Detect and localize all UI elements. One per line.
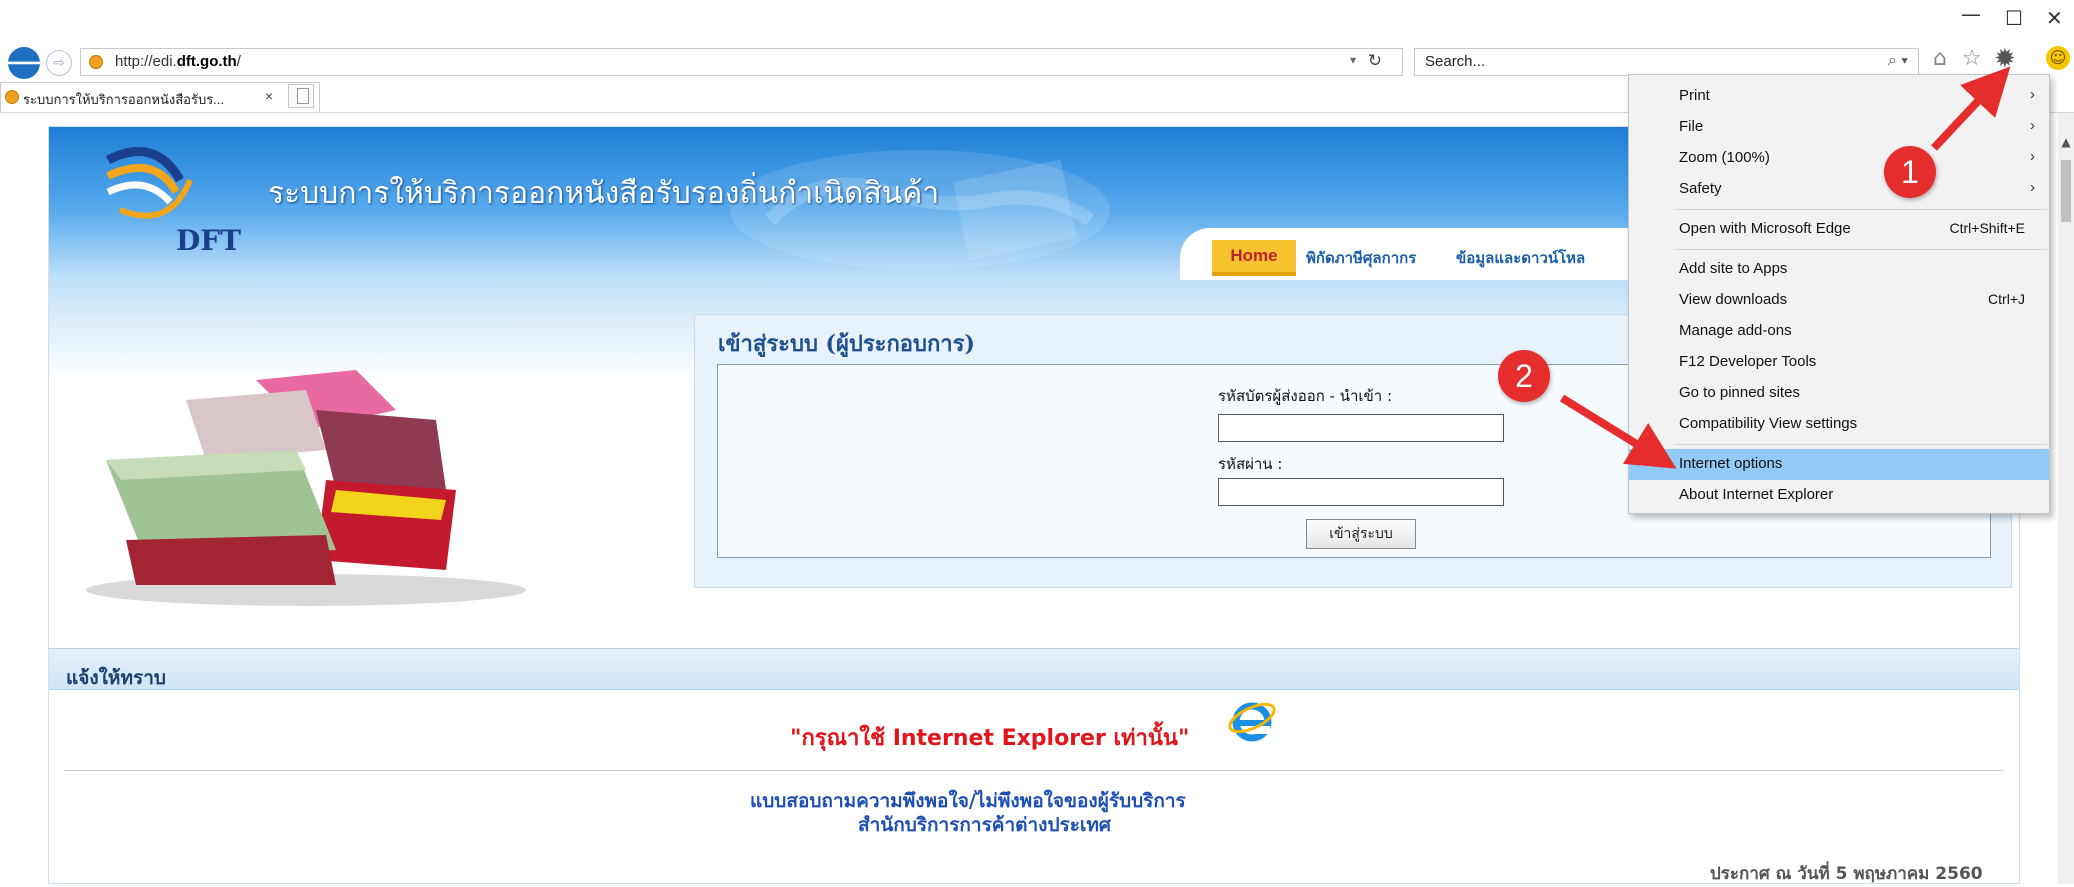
menu-item-file[interactable]: File ›: [1629, 112, 2049, 143]
menu-item-pinned-sites[interactable]: Go to pinned sites: [1629, 378, 2049, 409]
login-title: เข้าสู่ระบบ (ผู้ประกอบการ): [718, 331, 975, 357]
refresh-icon[interactable]: ↻: [1368, 51, 1382, 71]
vertical-scrollbar[interactable]: [2058, 113, 2074, 884]
chevron-right-icon: ›: [2030, 86, 2035, 103]
exporter-id-input[interactable]: [1218, 414, 1504, 442]
password-input[interactable]: [1218, 478, 1504, 506]
chevron-right-icon: ›: [2030, 117, 2035, 134]
address-bar[interactable]: http://edi.dft.go.th/ ▾ ↻: [80, 48, 1403, 76]
tab-close-icon[interactable]: ×: [265, 88, 273, 104]
survey-department[interactable]: สำนักบริการการค้าต่างประเทศ: [858, 810, 1111, 840]
menu-item-internet-options[interactable]: Internet options: [1629, 449, 2049, 480]
ie-only-notice: "กรุณาใช้ Internet Explorer เท่านั้น": [790, 726, 1190, 751]
menu-item-print[interactable]: Print ›: [1629, 81, 2049, 112]
menu-separator: [1675, 209, 2047, 210]
home-icon[interactable]: ⌂: [1933, 46, 1947, 71]
close-window-button[interactable]: ✕: [2046, 6, 2063, 30]
menu-item-safety[interactable]: Safety ›: [1629, 174, 2049, 205]
menu-item-add-site-to-apps[interactable]: Add site to Apps: [1629, 254, 2049, 285]
address-dropdown-icon[interactable]: ▾: [1350, 53, 1356, 67]
notice-header-bar: [49, 648, 2019, 690]
internet-explorer-logo-icon: [1228, 702, 1276, 742]
menu-separator: [1675, 249, 2047, 250]
login-button[interactable]: เข้าสู่ระบบ: [1306, 519, 1416, 549]
maximize-button[interactable]: ☐: [2005, 6, 2023, 30]
step-2-badge: 2: [1498, 350, 1550, 402]
menu-item-zoom[interactable]: Zoom (100%) ›: [1629, 143, 2049, 174]
scrollbar-thumb[interactable]: [2061, 160, 2071, 222]
menu-item-about-ie[interactable]: About Internet Explorer: [1629, 480, 2049, 511]
menu-item-compatibility-view[interactable]: Compatibility View settings: [1629, 409, 2049, 440]
nav-customs-tariff-link[interactable]: พิกัดภาษีศุลกากร: [1306, 246, 1416, 270]
back-button[interactable]: 🡐: [0, 47, 54, 79]
textile-products-image: [86, 370, 526, 606]
nav-info-download-link[interactable]: ข้อมูลและดาวน์โหล: [1456, 246, 1585, 270]
forward-arrow-icon: ⇨: [53, 55, 65, 71]
content-divider: [64, 770, 2004, 771]
menu-item-view-downloads[interactable]: View downloads Ctrl+J: [1629, 285, 2049, 316]
chevron-right-icon: ›: [2030, 148, 2035, 165]
nav-home-tab[interactable]: Home: [1212, 240, 1296, 276]
feedback-smiley-icon[interactable]: ☺: [2046, 46, 2070, 70]
menu-item-f12-dev-tools[interactable]: F12 Developer Tools: [1629, 347, 2049, 378]
address-url[interactable]: http://edi.dft.go.th/: [115, 53, 241, 70]
new-tab-button[interactable]: [288, 84, 314, 108]
tools-gear-icon[interactable]: ✹: [1994, 44, 2016, 74]
step-1-badge: 1: [1884, 146, 1936, 198]
menu-item-manage-addons[interactable]: Manage add-ons: [1629, 316, 2049, 347]
tab-title: ระบบการให้บริการออกหนังสือรับร...: [23, 92, 225, 107]
site-favicon-icon: [89, 55, 103, 69]
browser-tab[interactable]: ระบบการให้บริการออกหนังสือรับร... ×: [0, 82, 320, 112]
tools-menu: Print › File › Zoom (100%) › Safety › Op…: [1628, 74, 2050, 514]
scroll-up-icon[interactable]: ▲: [2058, 135, 2074, 155]
favorites-star-icon[interactable]: ☆: [1962, 46, 1982, 71]
minimize-button[interactable]: —: [1961, 2, 1981, 26]
announcement-date: ประกาศ ณ วันที่ 5 พฤษภาคม 2560: [1710, 864, 1983, 884]
search-icon[interactable]: ⌕ ▾: [1888, 52, 1908, 70]
chevron-right-icon: ›: [2030, 179, 2035, 196]
menu-item-open-with-edge[interactable]: Open with Microsoft Edge Ctrl+Shift+E: [1629, 214, 2049, 245]
notice-heading: แจ้งให้ทราบ: [66, 667, 166, 689]
exporter-id-label: รหัสบัตรผู้ส่งออก - นำเข้า :: [1218, 387, 1393, 405]
search-placeholder: Search...: [1425, 53, 1486, 70]
menu-separator: [1675, 444, 2047, 445]
tab-favicon-icon: [5, 90, 19, 104]
search-input[interactable]: Search... ⌕ ▾: [1414, 48, 1919, 76]
password-label: รหัสผ่าน :: [1218, 455, 1283, 473]
forward-button[interactable]: ⇨: [46, 50, 72, 76]
logo-text: DFT: [176, 224, 241, 257]
site-title: ระบบการให้บริการออกหนังสือรับรองถิ่นกำเน…: [268, 176, 940, 211]
